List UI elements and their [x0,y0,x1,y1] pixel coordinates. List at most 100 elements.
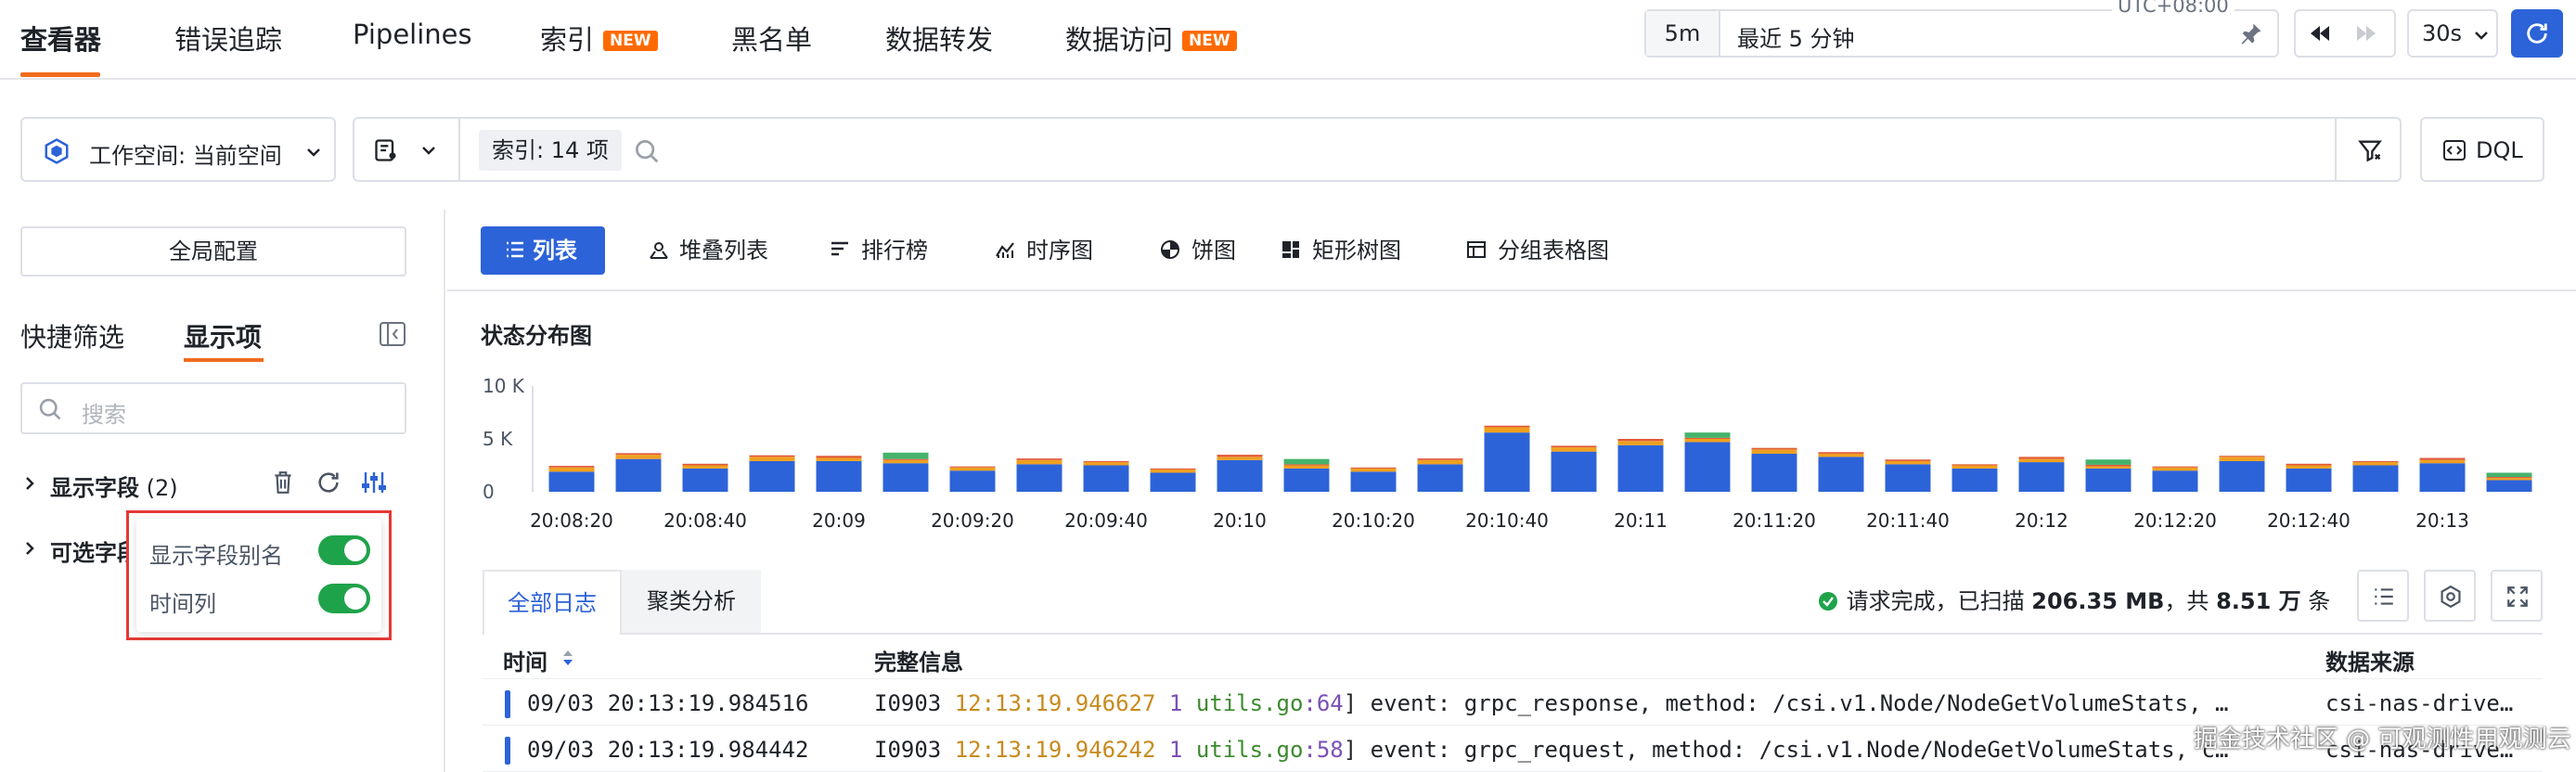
field-settings-icon[interactable] [360,470,388,495]
y-tick-label: 5 K [483,428,513,450]
view-pie[interactable]: 饼图 [1151,226,1236,275]
view-stacked-list[interactable]: 堆叠列表 [638,226,768,275]
bar-segment [1417,458,1463,460]
tab-error-tracking[interactable]: 错误追踪 [174,19,282,58]
time-column-label: 时间列 [149,591,216,617]
bar-segment [682,465,728,469]
bar-segment [1217,457,1263,460]
bar-segment [615,455,662,459]
display-fields-header[interactable]: 显示字段 (2) [50,470,178,502]
field-search-input[interactable]: 搜索 [20,382,406,434]
query-search-bar[interactable]: 索引: 14 项 [353,117,2402,182]
bar-segment [1684,437,1731,439]
bar-segment [1417,464,1463,492]
chevron-right-icon[interactable] [22,475,37,492]
x-tick-label: 20:12:40 [2267,509,2351,531]
bar-segment [2486,477,2532,479]
bar-segment [816,460,862,492]
bar-segment [1818,453,1864,457]
x-tick-label: 20:08:40 [663,509,747,531]
view-treemap[interactable]: 矩形树图 [1271,226,1401,275]
x-tick-label: 20:11 [1614,509,1668,531]
table-row[interactable]: 09/03 20:13:19.984516 I0903 12:13:19.946… [483,681,2543,726]
x-tick-label: 20:09:20 [931,509,1014,531]
alias-label: 显示字段别名 [149,543,283,569]
tab-quick-filter[interactable]: 快捷筛选 [20,317,124,354]
bar-segment [1551,445,1597,448]
tab-display-items[interactable]: 显示项 [184,317,262,354]
dql-button[interactable]: DQL [2420,117,2544,182]
bar-segment [1150,472,1196,492]
view-group-table[interactable]: 分组表格图 [1457,226,1609,275]
bar-segment [2018,458,2065,463]
x-tick-label: 20:10:40 [1465,509,1549,531]
bar-segment [548,466,595,468]
tab-data-access[interactable]: 数据访问 NEW [1065,19,1237,58]
reset-icon[interactable] [316,470,341,495]
tab-viewer[interactable]: 查看器 [20,19,101,58]
tab-all-logs[interactable]: 全部日志 [483,570,622,635]
pin-icon[interactable] [2238,20,2264,46]
stack-icon [650,242,668,259]
bar-segment [1617,439,1664,442]
bar-segment [949,467,996,471]
bar-segment [2085,466,2132,469]
col-time[interactable]: 时间 [503,644,547,676]
step-forward-icon[interactable] [2353,22,2379,45]
filter-clear-button[interactable] [2335,119,2402,180]
collapse-sidebar-icon[interactable] [379,321,406,347]
index-chip[interactable]: 索引: 14 项 [479,130,622,171]
search-icon [636,140,659,163]
timezone-label: UTC+08:00 [2112,0,2235,17]
time-range-text: 最近 5 分钟 [1737,26,1855,52]
refresh-button[interactable] [2511,9,2563,58]
gear-icon [2441,585,2461,609]
fullscreen-button[interactable] [2491,570,2543,622]
line-chart-icon [996,242,1014,258]
bar-segment [548,471,595,492]
bar-segment [2152,470,2198,492]
source-select[interactable] [354,119,460,180]
bar-segment [2419,463,2466,492]
bar-segment [1083,465,1129,492]
tab-pipelines[interactable]: Pipelines [353,19,472,50]
x-tick-label: 20:09:40 [1064,509,1148,531]
bar-segment [1551,447,1597,452]
x-tick-label: 20:10 [1213,509,1267,531]
bar-segment [1617,441,1664,445]
view-timeseries[interactable]: 时序图 [985,226,1093,275]
sort-icon[interactable] [560,648,575,668]
refresh-interval-select[interactable]: 30s [2407,9,2498,58]
x-tick-label: 20:12 [2015,509,2068,531]
bar-segment [1951,468,1998,492]
bar-segment [1217,459,1263,492]
tab-data-forward[interactable]: 数据转发 [885,19,993,58]
tab-blacklist[interactable]: 黑名单 [731,19,812,58]
bar-segment [1751,447,1797,450]
bar-segment [2018,462,2065,492]
global-config-button[interactable]: 全局配置 [20,226,406,277]
bar-segment [949,466,996,468]
bar-segment [2419,459,2466,464]
log-source: csi-nas-drive… [2325,690,2514,716]
bar-segment [1885,459,1931,461]
view-toolbar: 列表 堆叠列表 排行榜 时序图 饼图 矩形树图 分组表格图 [447,210,2576,291]
settings-button[interactable] [2424,570,2476,622]
alias-toggle[interactable] [318,535,370,565]
step-back-icon[interactable] [2307,22,2333,45]
bar-segment [1885,460,1931,465]
tab-index[interactable]: 索引 NEW [540,19,658,58]
tab-cluster-analysis[interactable]: 聚类分析 [622,570,761,633]
time-column-toggle[interactable] [318,584,370,613]
view-leaderboard[interactable]: 排行榜 [820,226,928,275]
workspace-select[interactable]: 工作空间: 当前空间 [20,117,336,182]
time-shortcut[interactable]: 5m [1646,11,1720,56]
column-settings-button[interactable] [2357,570,2409,622]
trash-icon[interactable] [271,470,295,495]
new-badge: NEW [1182,31,1237,51]
bar-segment [2352,462,2399,466]
bar-segment [1283,465,1330,469]
bar-segment [2085,468,2132,492]
chevron-right-icon[interactable] [22,540,37,557]
view-list[interactable]: 列表 [481,226,605,275]
